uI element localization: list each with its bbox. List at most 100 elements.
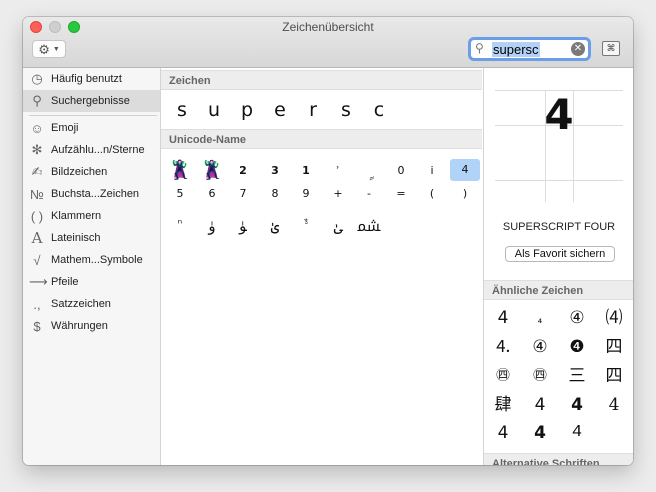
window-title: Zeichenübersicht: [282, 20, 374, 34]
char-cell[interactable]: ʾ: [323, 160, 353, 182]
arrow-icon: ⟶: [29, 274, 48, 289]
similar-char-cell[interactable]: ⑷: [596, 305, 632, 331]
similar-char-cell[interactable]: ㊃: [522, 363, 558, 389]
character-viewer-window: Zeichenübersicht ⚙ ▼ ⚲ supersc ✕ ⌘ ◷ Häu…: [23, 17, 633, 465]
parentheses-icon: ( ): [30, 208, 44, 224]
char-cell[interactable]: r: [298, 99, 328, 121]
sidebar-item-label: Suchergebnisse: [51, 95, 130, 107]
char-cell[interactable]: -: [354, 183, 384, 205]
char-cell[interactable]: ﯜ: [228, 215, 258, 237]
numero-icon: №: [30, 186, 44, 202]
glyph-large: 4: [544, 90, 574, 139]
similar-char-cell[interactable]: 4: [522, 420, 558, 446]
char-cell[interactable]: (: [417, 183, 447, 205]
char-cell[interactable]: 7: [228, 183, 258, 205]
char-cell[interactable]: ﱞ: [291, 215, 321, 237]
char-cell[interactable]: 1: [291, 160, 321, 182]
search-input[interactable]: supersc: [492, 42, 540, 57]
sidebar-item-math-symbols[interactable]: √ Mathem...Symbole: [23, 249, 160, 271]
clear-search-icon[interactable]: ✕: [571, 42, 585, 56]
pictograph-icon: ✍: [31, 164, 43, 179]
sidebar: ◷ Häufig benutzt ⚲ Suchergebnisse ☺ Emoj…: [23, 68, 161, 465]
sidebar-item-label: Satzzeichen: [51, 298, 111, 310]
char-cell[interactable]: ): [450, 183, 480, 205]
similar-char-cell[interactable]: ④: [522, 334, 558, 360]
similar-char-cell[interactable]: 肆: [485, 392, 521, 418]
char-cell[interactable]: 8: [260, 183, 290, 205]
char-cell[interactable]: c: [364, 99, 394, 121]
add-favorite-button[interactable]: Als Favorit sichern: [505, 246, 615, 262]
sidebar-item-arrows[interactable]: ⟶ Pfeile: [23, 271, 160, 293]
similar-char-cell[interactable]: 三: [559, 363, 595, 389]
similar-char-cell[interactable]: 四: [596, 363, 632, 389]
char-cell[interactable]: ⁿ: [165, 213, 195, 235]
sidebar-item-punctuation[interactable]: ., Satzzeichen: [23, 293, 160, 315]
char-cell[interactable]: 2: [228, 160, 258, 182]
similar-char-cell[interactable]: ㊃: [485, 363, 521, 389]
char-cell-selected[interactable]: 4: [450, 159, 480, 181]
char-cell[interactable]: 🦹‍♂️: [197, 160, 227, 182]
similar-char-cell[interactable]: ④: [559, 305, 595, 331]
action-menu-button[interactable]: ⚙ ▼: [32, 40, 66, 58]
section-header-similar: Ähnliche Zeichen: [484, 280, 633, 300]
similar-char-cell[interactable]: 4: [559, 420, 595, 446]
char-cell[interactable]: 0: [386, 160, 416, 182]
titlebar: Zeichenübersicht ⚙ ▼ ⚲ supersc ✕ ⌘: [23, 17, 633, 68]
sidebar-item-bullets-stars[interactable]: ✻ Aufzählu...n/Sterne: [23, 139, 160, 161]
char-cell[interactable]: ࣩ: [354, 160, 384, 182]
clock-icon: ◷: [31, 71, 43, 86]
char-cell[interactable]: ﯛ: [197, 215, 227, 237]
sidebar-item-letterlike[interactable]: № Buchsta...Zeichen: [23, 183, 160, 205]
char-cell[interactable]: =: [386, 183, 416, 205]
search-icon: ⚲: [475, 41, 484, 55]
char-cell[interactable]: +: [323, 183, 353, 205]
sidebar-item-search-results[interactable]: ⚲ Suchergebnisse: [23, 90, 160, 112]
char-cell[interactable]: e: [265, 99, 295, 121]
char-cell[interactable]: p: [232, 99, 262, 121]
similar-char-cell[interactable]: ⒋: [485, 334, 521, 360]
sidebar-item-label: Währungen: [51, 320, 108, 332]
sidebar-item-emoji[interactable]: ☺ Emoji: [23, 117, 160, 139]
keyboard-viewer-icon[interactable]: ⌘: [602, 41, 620, 56]
smiley-icon: ☺: [30, 120, 44, 136]
similar-char-cell[interactable]: 4: [485, 420, 521, 446]
sidebar-item-label: Mathem...Symbole: [51, 254, 143, 266]
char-cell[interactable]: 5: [165, 183, 195, 205]
char-cell[interactable]: 6: [197, 183, 227, 205]
char-cell[interactable]: 9: [291, 183, 321, 205]
detail-pane: 4 SUPERSCRIPT FOUR Als Favorit sichern Ä…: [483, 68, 633, 465]
sidebar-item-currency[interactable]: $ Währungen: [23, 315, 160, 337]
similar-char-cell[interactable]: 4: [559, 392, 595, 418]
search-icon: ⚲: [32, 93, 42, 108]
section-header-characters: Zeichen: [161, 70, 482, 90]
char-cell[interactable]: ﲐ: [323, 215, 353, 237]
latin-a-icon: A: [31, 229, 43, 247]
sidebar-item-frequently-used[interactable]: ◷ Häufig benutzt: [23, 68, 160, 90]
char-cell[interactable]: u: [199, 99, 229, 121]
sidebar-item-pictographs[interactable]: ✍ Bildzeichen: [23, 161, 160, 183]
char-cell[interactable]: 3: [260, 160, 290, 182]
similar-char-cell[interactable]: ❹: [559, 334, 595, 360]
similar-char-cell[interactable]: ₄: [522, 307, 558, 333]
char-cell[interactable]: s: [167, 99, 197, 121]
sidebar-item-label: Emoji: [51, 122, 79, 134]
similar-char-cell[interactable]: 4: [522, 392, 558, 418]
search-field[interactable]: ⚲ supersc ✕: [468, 37, 591, 61]
sidebar-item-brackets[interactable]: ( ) Klammern: [23, 205, 160, 227]
sidebar-item-label: Pfeile: [51, 276, 79, 288]
similar-char-cell[interactable]: 4: [485, 305, 521, 331]
similar-char-cell[interactable]: 四: [596, 334, 632, 360]
sidebar-divider: [29, 115, 157, 116]
char-cell[interactable]: ﳩ: [354, 215, 384, 237]
sidebar-item-label: Häufig benutzt: [51, 73, 122, 85]
similar-char-cell[interactable]: 4: [596, 392, 632, 418]
sidebar-item-latin[interactable]: A Lateinisch: [23, 227, 160, 249]
char-cell[interactable]: i: [417, 160, 447, 182]
char-cell[interactable]: 🦹‍♀️: [165, 160, 195, 182]
sqrt-icon: √: [33, 252, 41, 268]
char-cell[interactable]: ﱝ: [260, 215, 290, 237]
sidebar-item-label: Buchsta...Zeichen: [51, 188, 140, 200]
char-cell[interactable]: s: [331, 99, 361, 121]
gear-icon: ⚙: [38, 41, 50, 57]
results-pane: Zeichen s u p e r s c Unicode-Name 🦹‍♀️ …: [161, 68, 482, 465]
